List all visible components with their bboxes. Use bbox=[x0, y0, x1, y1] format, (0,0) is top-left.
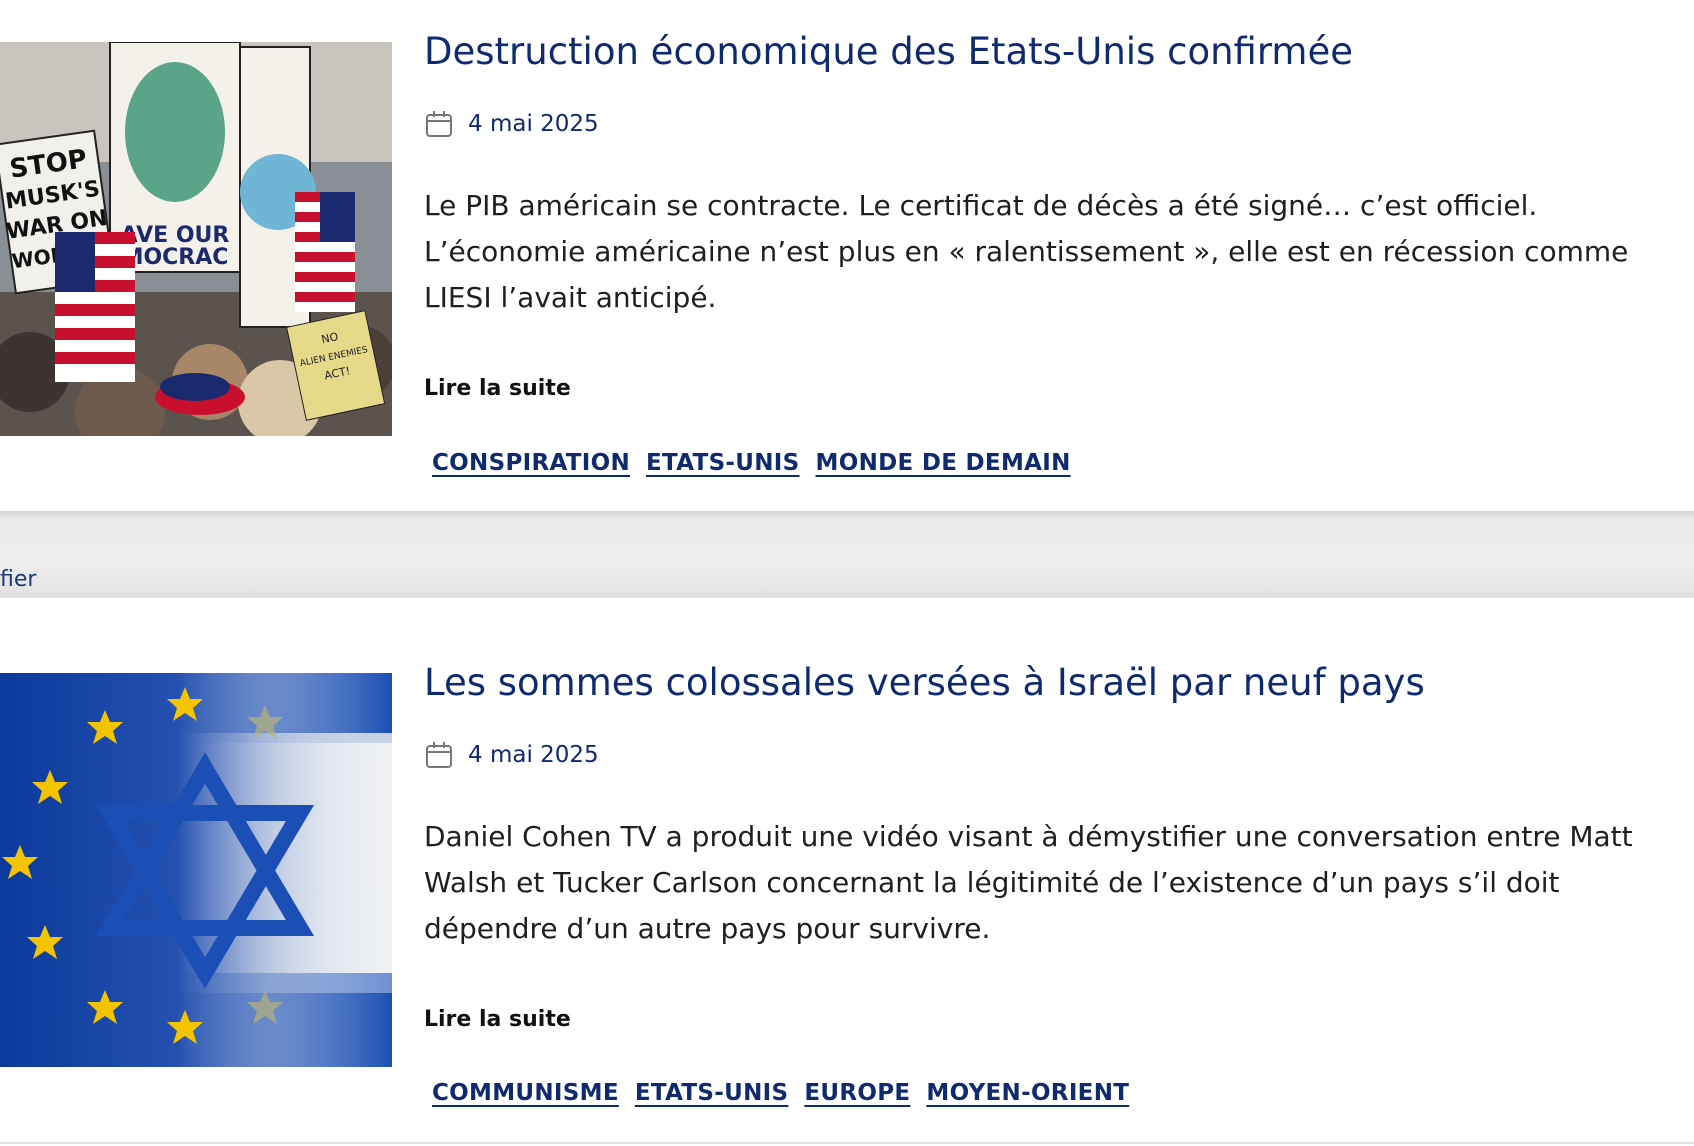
tag-communisme[interactable]: COMMUNISME bbox=[432, 1080, 619, 1106]
article-tags: CONSPIRATION ETATS-UNIS MONDE DE DEMAIN bbox=[432, 450, 1071, 476]
svg-text:MOCRAC: MOCRAC bbox=[122, 245, 229, 270]
article-excerpt: Daniel Cohen TV a produit une vidéo visa… bbox=[424, 820, 1633, 945]
article-card: Les sommes colossales versées à Israël p… bbox=[0, 598, 1694, 1146]
article-date-text: 4 mai 2025 bbox=[468, 742, 599, 768]
tag-monde-de-demain[interactable]: MONDE DE DEMAIN bbox=[816, 450, 1071, 476]
article-title-link[interactable]: Les sommes colossales versées à Israël p… bbox=[424, 661, 1425, 705]
calendar-icon bbox=[424, 109, 454, 139]
article-tags: COMMUNISME ETATS-UNIS EUROPE MOYEN-ORIEN… bbox=[432, 1080, 1129, 1106]
read-more-link[interactable]: Lire la suite bbox=[424, 376, 571, 401]
bottom-divider bbox=[0, 1142, 1694, 1144]
tag-conspiration[interactable]: CONSPIRATION bbox=[432, 450, 630, 476]
article-date: 4 mai 2025 bbox=[424, 109, 599, 139]
article-thumbnail-flags[interactable] bbox=[0, 673, 392, 1067]
tag-etats-unis[interactable]: ETATS-UNIS bbox=[635, 1080, 788, 1106]
article-date: 4 mai 2025 bbox=[424, 740, 599, 770]
article-date-text: 4 mai 2025 bbox=[468, 111, 599, 137]
tag-etats-unis[interactable]: ETATS-UNIS bbox=[646, 450, 799, 476]
article-card: STOP MUSK'S WAR ON WORKER AVE OUR MOCRAC bbox=[0, 0, 1694, 511]
article-title-link[interactable]: Destruction économique des Etats-Unis co… bbox=[424, 30, 1353, 74]
read-more-link[interactable]: Lire la suite bbox=[424, 1007, 571, 1032]
article-excerpt: Le PIB américain se contracte. Le certif… bbox=[424, 189, 1629, 314]
tag-europe[interactable]: EUROPE bbox=[804, 1080, 910, 1106]
tag-moyen-orient[interactable]: MOYEN-ORIENT bbox=[926, 1080, 1129, 1106]
divider-link-fragment[interactable]: fier bbox=[0, 567, 36, 592]
calendar-icon bbox=[424, 740, 454, 770]
section-divider: fier bbox=[0, 511, 1694, 598]
article-thumbnail-protest[interactable]: STOP MUSK'S WAR ON WORKER AVE OUR MOCRAC bbox=[0, 42, 392, 436]
